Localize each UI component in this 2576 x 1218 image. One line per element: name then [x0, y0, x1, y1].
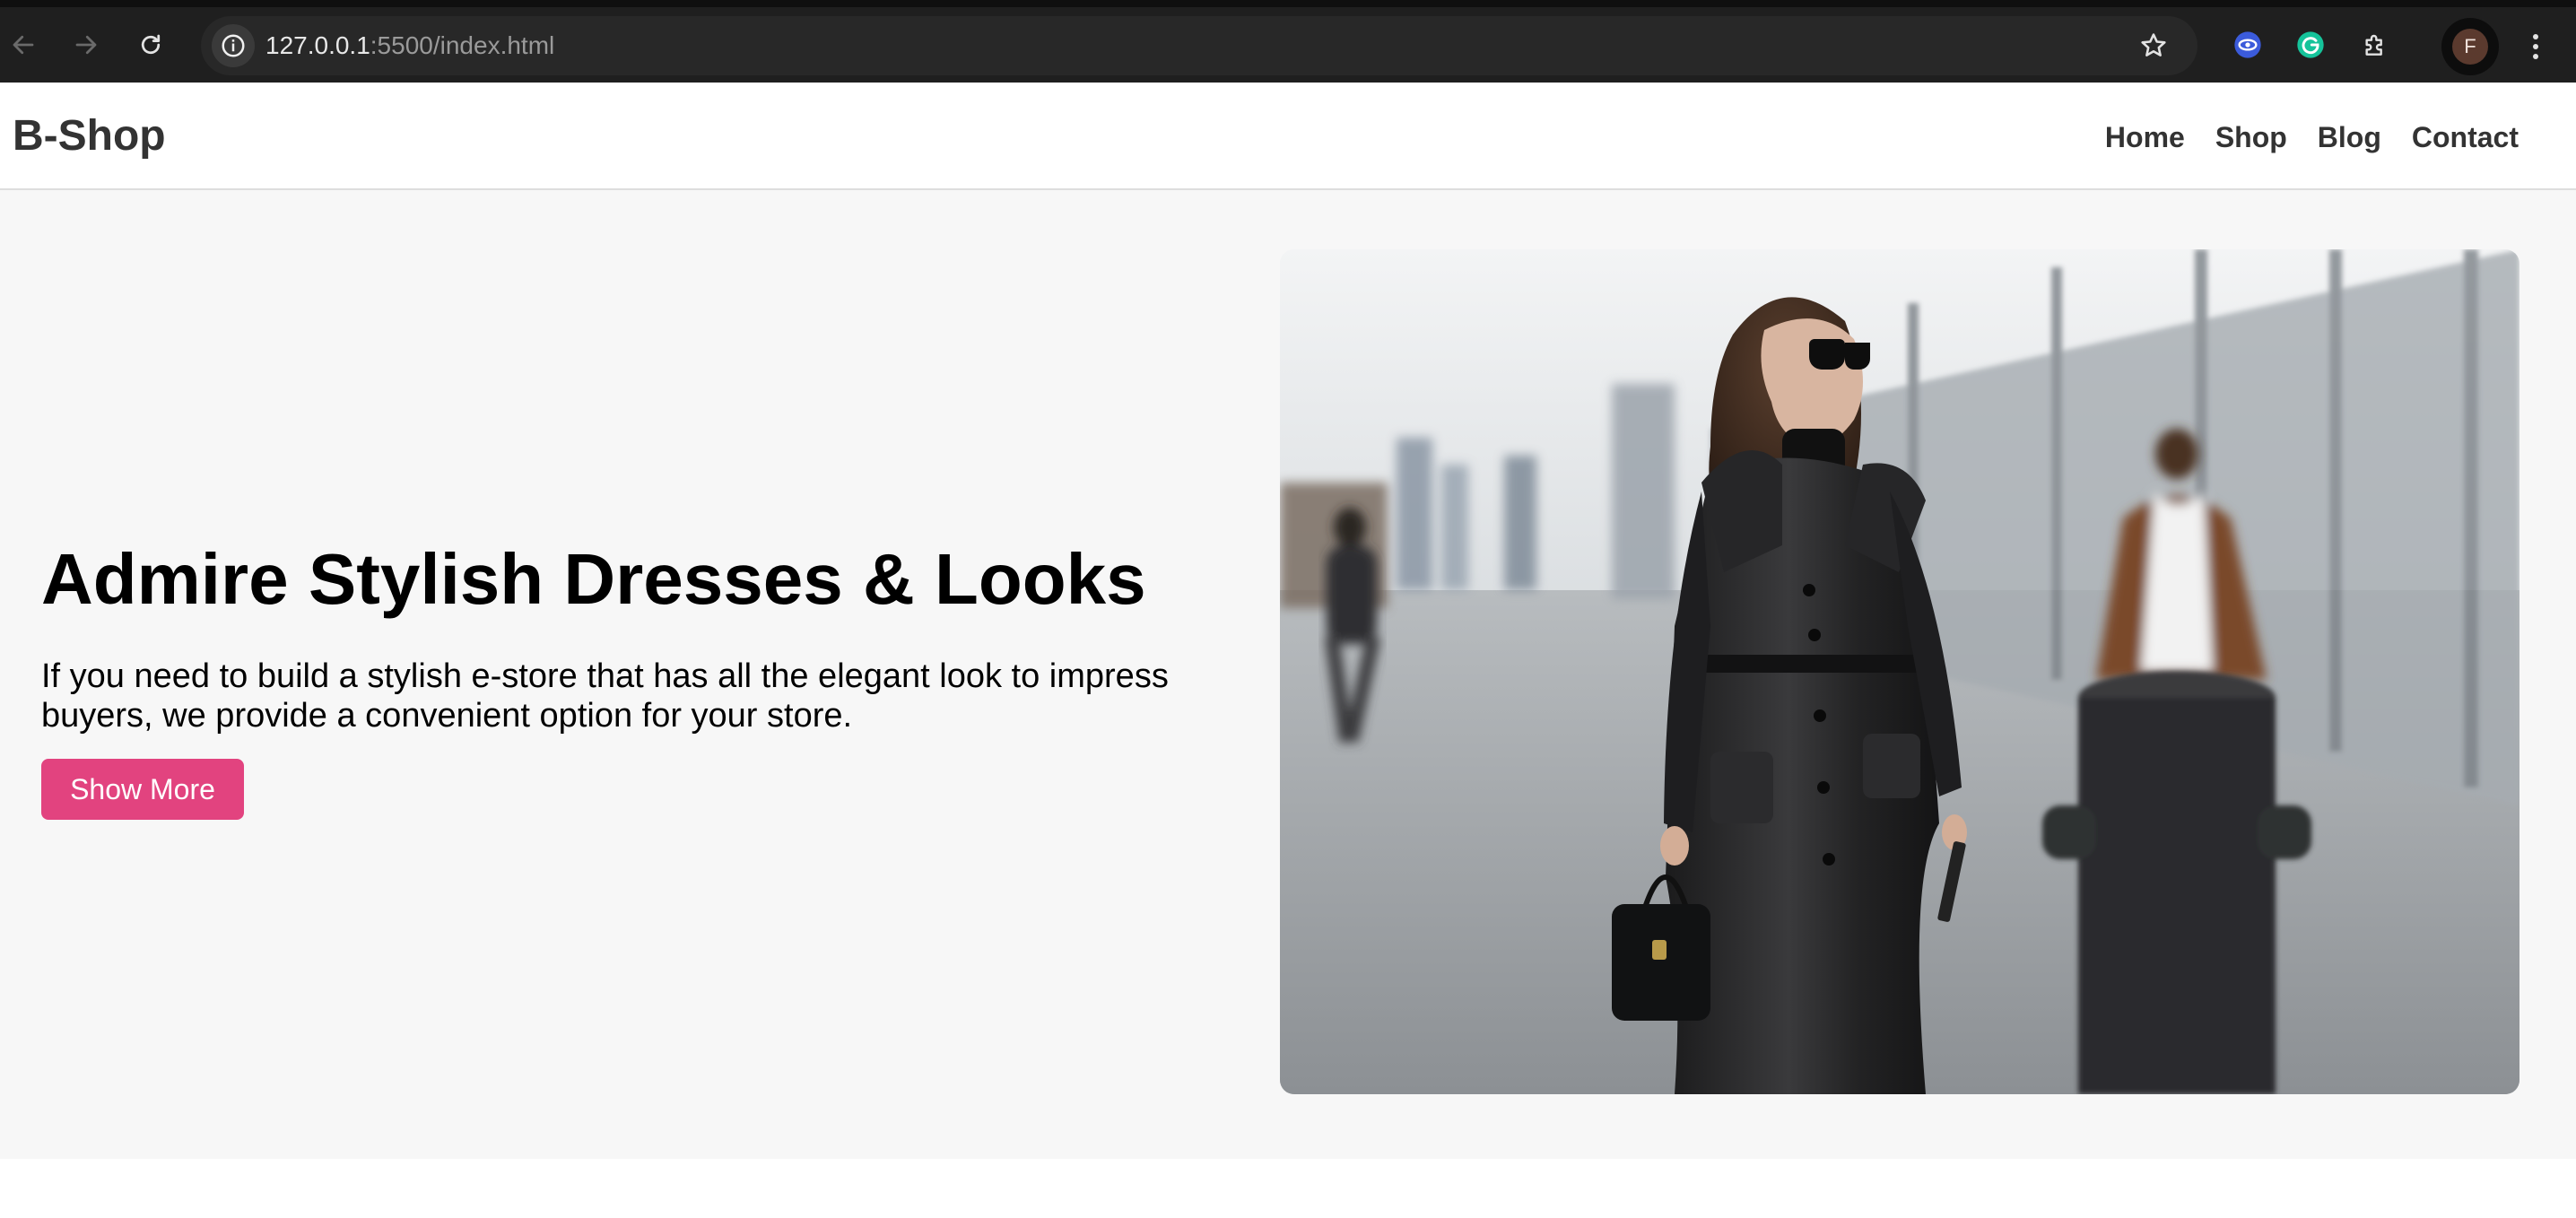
nav-home-link[interactable]: Home [2105, 117, 2185, 158]
nav-blog-link[interactable]: Blog [2318, 117, 2381, 158]
three-dots-icon[interactable] [2522, 29, 2549, 65]
reload-icon[interactable] [133, 27, 169, 63]
address-bar[interactable]: 127.0.0.1:5500/index.html [201, 16, 2197, 75]
forward-arrow-icon[interactable] [68, 27, 104, 63]
show-more-button[interactable]: Show More [41, 759, 244, 820]
nav-contact-link[interactable]: Contact [2412, 117, 2519, 158]
grammarly-extension-icon[interactable] [2293, 27, 2328, 63]
nav-shop-link[interactable]: Shop [2215, 117, 2287, 158]
browser-toolbar: 127.0.0.1:5500/index.html F [0, 0, 2576, 83]
hero-title: Admire Stylish Dresses & Looks [41, 539, 1146, 619]
puzzle-piece-icon[interactable] [2357, 27, 2393, 63]
avatar: F [2452, 29, 2488, 65]
site-header: B-Shop Home Shop Blog Contact [0, 83, 2576, 190]
main-nav: Home Shop Blog Contact [2105, 117, 2519, 158]
url-path: :5500/index.html [370, 31, 555, 59]
hero-image [1280, 249, 2519, 1094]
back-arrow-icon[interactable] [5, 27, 41, 63]
profile-button[interactable]: F [2441, 18, 2499, 75]
url-host: 127.0.0.1 [265, 31, 370, 59]
info-icon[interactable] [212, 24, 255, 67]
hero-section: Admire Stylish Dresses & Looks If you ne… [0, 190, 2576, 1159]
screen-capture-extension-icon[interactable] [2230, 27, 2266, 63]
star-icon[interactable] [2137, 29, 2171, 63]
site-logo[interactable]: B-Shop [13, 111, 166, 161]
hero-description: If you need to build a stylish e-store t… [41, 657, 1169, 735]
url-text[interactable]: 127.0.0.1:5500/index.html [265, 31, 554, 60]
fashion-photo-illustration [1280, 249, 2519, 1094]
